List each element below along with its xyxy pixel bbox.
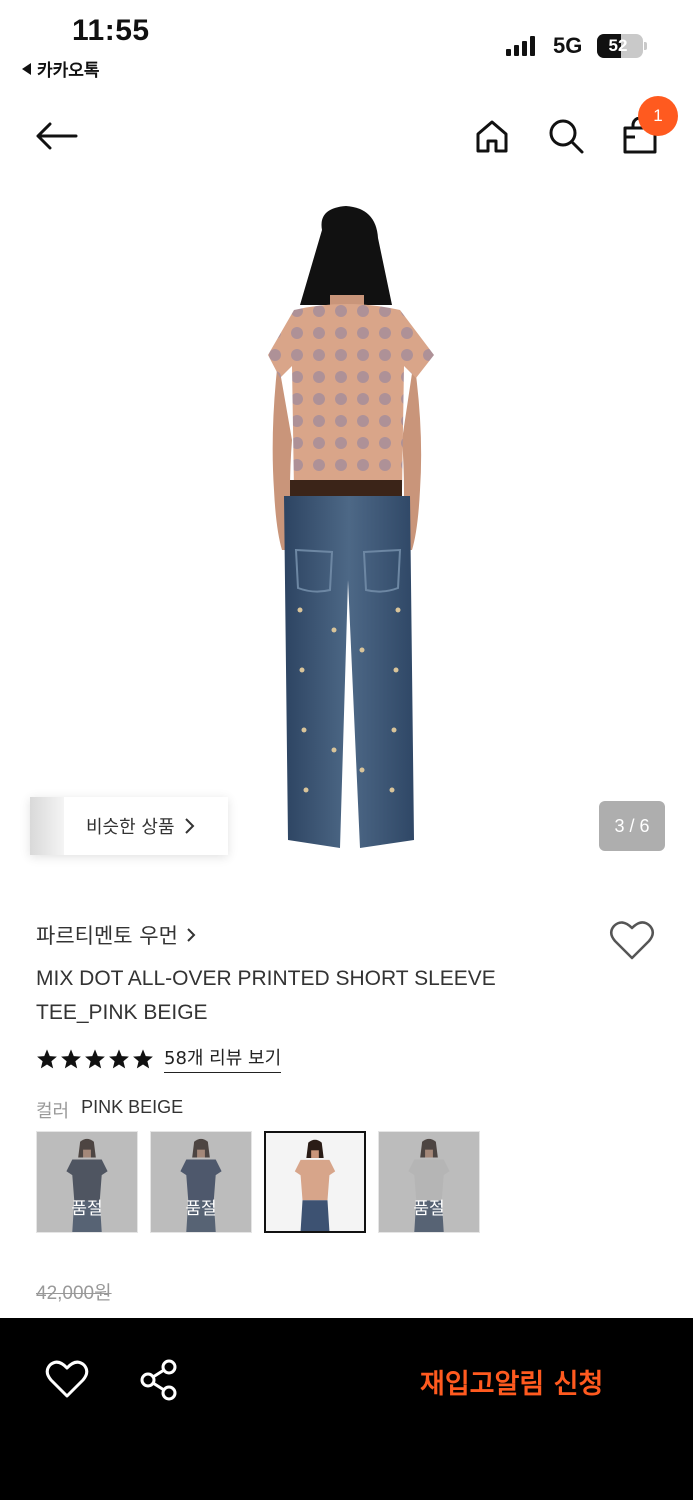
brand-name: 파르티멘토 우먼 (36, 924, 178, 948)
color-swatch[interactable]: 품절 (150, 1131, 252, 1233)
similar-products-button[interactable]: 비슷한 상품 (30, 797, 228, 855)
heart-icon (610, 921, 654, 960)
product-title: MIX DOT ALL-OVER PRINTED SHORT SLEEVE TE… (36, 967, 496, 1024)
app-header (0, 100, 693, 176)
battery-icon: 52 (597, 34, 643, 58)
swatch-thumbnail (266, 1133, 364, 1231)
similar-products-thumbnail (30, 797, 64, 855)
battery-percent: 52 (608, 36, 628, 55)
sold-out-label: 품절 (185, 1199, 217, 1219)
back-triangle-icon (22, 62, 31, 75)
search-button[interactable] (542, 112, 590, 160)
similar-products-label: 비슷한 상품 (86, 817, 175, 838)
star-icon (133, 1048, 153, 1068)
color-swatches: 품절 품절 품절 (36, 1131, 480, 1233)
review-link[interactable]: 58개 리뷰 보기 (164, 1044, 282, 1073)
back-app-label: 카카오톡 (37, 61, 100, 81)
color-label: 컬러 (36, 1101, 70, 1122)
signal-icon (506, 36, 535, 56)
color-swatch[interactable] (264, 1131, 366, 1233)
brand-link[interactable]: 파르티멘토 우먼 (36, 920, 196, 950)
cart-count-badge: 1 (638, 96, 678, 136)
heart-icon (45, 1360, 89, 1398)
star-icon (61, 1048, 81, 1068)
home-icon (476, 120, 508, 153)
chevron-right-icon (187, 928, 196, 942)
battery-tip (644, 42, 647, 50)
back-arrow-icon (36, 122, 78, 150)
star-icon (85, 1048, 105, 1068)
color-row: 컬러 PINK BEIGE (36, 1097, 183, 1123)
color-swatch[interactable]: 품절 (36, 1131, 138, 1233)
model-back-view-image (268, 206, 434, 848)
image-counter: 3 / 6 (599, 801, 665, 851)
back-to-app-link[interactable]: 카카오톡 (22, 56, 100, 81)
network-label: 5G (553, 33, 583, 58)
wishlist-button[interactable] (608, 918, 656, 966)
sold-out-label: 품절 (413, 1199, 445, 1219)
back-button[interactable] (32, 112, 80, 160)
bottom-action-bar: 재입고알림 신청 (0, 1318, 693, 1500)
restock-alert-button[interactable]: 재입고알림 신청 (420, 1362, 603, 1401)
home-button[interactable] (468, 112, 516, 160)
product-image[interactable] (0, 190, 693, 880)
color-value: PINK BEIGE (81, 1097, 184, 1117)
search-icon (549, 119, 584, 154)
share-icon (140, 1359, 177, 1401)
star-icon (37, 1048, 57, 1068)
color-swatch[interactable]: 품절 (378, 1131, 480, 1233)
status-time: 11:55 (72, 14, 150, 47)
star-icon (109, 1048, 129, 1068)
sold-out-label: 품절 (71, 1199, 103, 1219)
status-bar: 11:55 카카오톡 5G 52 (0, 0, 693, 90)
rating-stars (36, 1048, 154, 1070)
rating-row: 58개 리뷰 보기 (36, 1044, 282, 1073)
bottom-wishlist-button[interactable] (44, 1358, 90, 1404)
chevron-right-icon (184, 818, 194, 834)
original-price: 42,000원 (36, 1283, 112, 1304)
share-button[interactable] (137, 1358, 181, 1406)
